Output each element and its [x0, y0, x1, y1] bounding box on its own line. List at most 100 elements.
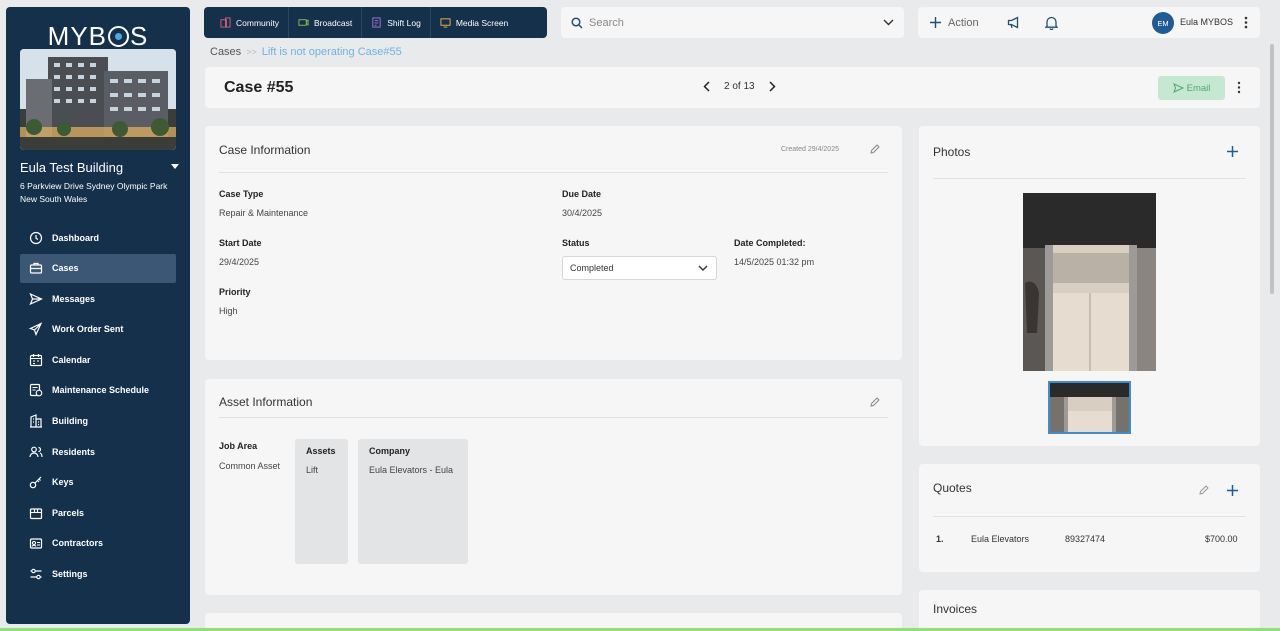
sidebar-item-building[interactable]: Building: [20, 407, 176, 436]
pencil-icon[interactable]: [1199, 485, 1209, 495]
clock-icon: [29, 231, 43, 244]
people-icon: [29, 446, 43, 457]
sidebar-item-messages[interactable]: Messages: [20, 284, 176, 313]
quote-company: Eula Elevators: [971, 534, 1030, 544]
community-icon: [220, 17, 231, 28]
sidebar-item-label: Keys: [52, 477, 74, 488]
community-button[interactable]: Community: [204, 7, 289, 38]
media-screen-icon: [440, 18, 451, 28]
divider: [933, 516, 1246, 517]
sidebar-item-parcels[interactable]: Parcels: [20, 498, 176, 527]
case-type-label: Case Type: [219, 189, 264, 199]
sidebar-item-calendar[interactable]: Calendar: [20, 345, 176, 374]
key-icon: [29, 476, 42, 489]
more-vertical-icon[interactable]: [1244, 16, 1248, 29]
sidebar-item-label: Calendar: [52, 354, 91, 365]
calendar-icon: [29, 353, 43, 366]
sidebar-item-label: Messages: [52, 293, 96, 304]
search-placeholder: Search: [589, 16, 624, 29]
sidebar-item-label: Contractors: [52, 538, 104, 549]
breadcrumb-current[interactable]: Lift is not operating Case#55: [262, 46, 402, 58]
avatar[interactable]: EM: [1152, 12, 1174, 34]
invoices-card: Invoices: [919, 590, 1260, 631]
add-photo-icon[interactable]: [1227, 146, 1238, 157]
priority-value: High: [219, 306, 238, 316]
send-icon: [29, 292, 43, 305]
action-button[interactable]: Action: [930, 17, 979, 29]
lift-photo-thumbnail[interactable]: [1048, 381, 1131, 434]
sidebar-item-keys[interactable]: Keys: [20, 468, 176, 497]
megaphone-icon[interactable]: [1007, 16, 1021, 29]
parcel-icon: [29, 508, 43, 519]
case-header: Case #55 2 of 13 Email: [205, 67, 1260, 108]
page-scrollbar[interactable]: [1270, 44, 1274, 294]
pager-text: 2 of 13: [724, 81, 755, 92]
schedule-icon: [29, 384, 43, 397]
sidebar-item-work-order-sent[interactable]: Work Order Sent: [20, 315, 176, 344]
building-name[interactable]: Eula Test Building: [20, 160, 123, 175]
more-vertical-icon[interactable]: [1237, 81, 1241, 94]
settings-icon: [30, 568, 42, 580]
status-label: Status: [562, 238, 590, 248]
job-area-label: Job Area: [219, 441, 258, 451]
breadcrumb-root[interactable]: Cases: [210, 46, 241, 58]
community-label: Community: [236, 17, 279, 28]
media-screen-button[interactable]: Media Screen: [431, 7, 517, 38]
asset-information-card: Asset Information Job Area Common Asset …: [205, 379, 902, 595]
sidebar-item-contractors[interactable]: Contractors: [20, 529, 176, 558]
bell-icon[interactable]: [1045, 16, 1058, 30]
sidebar-item-label: Cases: [52, 263, 79, 274]
shift-log-label: Shift Log: [387, 17, 421, 28]
sidebar-nav: Dashboard Cases Messages Work Order Sent…: [20, 223, 176, 590]
company-label: Company: [369, 446, 411, 456]
chevron-left-icon[interactable]: [703, 81, 710, 92]
status-select[interactable]: Completed: [562, 256, 717, 280]
action-label: Action: [948, 16, 979, 29]
shift-log-icon: [372, 17, 381, 28]
start-date-label: Start Date: [219, 238, 262, 248]
quotes-card: Quotes 1. Eula Elevators 89327474 $700.0…: [919, 464, 1260, 572]
email-button[interactable]: Email: [1158, 76, 1225, 100]
sidebar-item-label: Work Order Sent: [52, 324, 124, 335]
mybos-logo[interactable]: MYB S: [6, 21, 190, 52]
user-name[interactable]: Eula MYBOS: [1180, 17, 1233, 27]
assets-value[interactable]: Lift: [306, 465, 318, 475]
sidebar-item-settings[interactable]: Settings: [20, 560, 176, 589]
sidebar-item-residents[interactable]: Residents: [20, 437, 176, 466]
chevron-right-icon[interactable]: [769, 81, 776, 92]
due-date-label: Due Date: [562, 189, 602, 199]
due-date-value: 30/4/2025: [562, 208, 603, 218]
date-completed-label: Date Completed:: [734, 238, 806, 248]
sidebar-item-maintenance-schedule[interactable]: Maintenance Schedule: [20, 376, 176, 405]
quote-amount: $700.00: [1205, 534, 1238, 544]
divider: [219, 417, 888, 418]
assets-label: Assets: [306, 446, 336, 456]
lift-photo[interactable]: [1023, 193, 1156, 371]
company-value[interactable]: Eula Elevators - Eula: [369, 465, 453, 475]
chevron-down-icon[interactable]: [883, 19, 894, 26]
invoices-title: Invoices: [933, 602, 978, 616]
sidebar-item-cases[interactable]: Cases: [20, 253, 176, 283]
sidebar-item-label: Settings: [52, 569, 88, 580]
case-information-card: Case Information Created 29/4/2025 Case …: [205, 126, 902, 360]
page-title: Case #55: [224, 79, 294, 96]
assets-box: Assets Lift: [295, 439, 348, 564]
add-quote-icon[interactable]: [1227, 485, 1238, 496]
megaphone-icon: [29, 322, 43, 337]
chevron-down-icon[interactable]: [171, 164, 179, 169]
pencil-icon[interactable]: [870, 397, 880, 407]
sidebar-item-dashboard[interactable]: Dashboard: [20, 223, 176, 252]
sidebar-item-label: Maintenance Schedule: [52, 385, 150, 396]
broadcast-button[interactable]: Broadcast: [289, 7, 363, 38]
building-photo: [20, 49, 176, 150]
briefcase-icon: [29, 262, 43, 274]
sidebar-item-label: Residents: [52, 446, 96, 457]
pencil-icon[interactable]: [870, 144, 880, 154]
sidebar-item-label: Building: [52, 416, 88, 427]
search-input[interactable]: Search: [561, 7, 904, 38]
quote-number: 89327474: [1065, 534, 1106, 544]
quick-links-bar: Community Broadcast Shift Log Media Scre…: [204, 7, 547, 38]
shift-log-button[interactable]: Shift Log: [362, 7, 431, 38]
email-label: Email: [1186, 82, 1211, 94]
quotes-title: Quotes: [933, 481, 972, 495]
